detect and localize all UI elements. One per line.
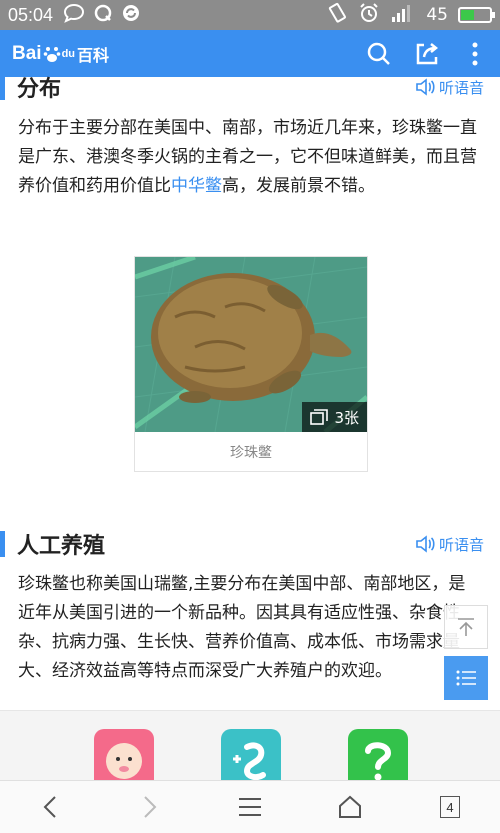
recommended-apps: [0, 710, 500, 780]
home-button[interactable]: [325, 787, 375, 827]
battery-percent: 45: [426, 5, 448, 25]
notification-q-icon: [93, 3, 113, 28]
chevron-left-icon: [43, 796, 56, 818]
baidu-baike-logo[interactable]: Bai du 百科: [12, 42, 109, 66]
paragraph-text-end: 高，发展前景不错。: [222, 176, 375, 196]
tabs-button[interactable]: 4: [425, 787, 475, 827]
turtle-photo[interactable]: 3张: [135, 257, 367, 432]
listen-button[interactable]: 听语音: [415, 77, 484, 98]
vibrate-icon: [326, 2, 348, 29]
image-count: 3张: [334, 408, 359, 427]
section-marker: [0, 531, 5, 557]
section-header-distribution: 分布 听语音: [0, 70, 500, 104]
sync-icon: [121, 3, 141, 28]
catalog-button[interactable]: [444, 656, 488, 700]
more-icon[interactable]: [462, 41, 488, 67]
listen-label: 听语音: [438, 535, 484, 554]
health-app-icon[interactable]: [221, 729, 281, 780]
paragraph-farming: 珍珠鳖也称美国山瑞鳖,主要分布在美国中部、南部地区，是近年从美国引进的一个新品种…: [18, 574, 466, 681]
speaker-icon: [416, 78, 435, 96]
chevron-right-icon: [144, 796, 157, 818]
paw-icon: [43, 46, 60, 62]
logo-text-du: du: [61, 47, 76, 60]
section-title: 分布: [17, 77, 62, 102]
section-marker: [0, 74, 5, 100]
browser-bottom-nav: 4: [0, 780, 500, 833]
status-bar: 05:04 45: [0, 0, 500, 30]
clock: 05:04: [8, 4, 54, 25]
image-card[interactable]: 3张 珍珠鳖: [134, 256, 368, 472]
listen-label: 听语音: [438, 78, 484, 97]
tab-count: 4: [440, 796, 460, 818]
back-button[interactable]: [25, 787, 75, 827]
image-caption: 珍珠鳖: [230, 445, 272, 461]
menu-button[interactable]: [225, 787, 275, 827]
image-count-badge: 3张: [302, 402, 367, 432]
logo-text-baike: 百科: [77, 47, 110, 65]
section-title: 人工养殖: [17, 534, 106, 559]
arrow-up-icon: [458, 618, 474, 636]
forward-button[interactable]: [125, 787, 175, 827]
home-icon: [339, 795, 361, 818]
logo-text-bai: Bai: [12, 42, 42, 64]
section-header-farming: 人工养殖 听语音: [0, 527, 500, 561]
battery-icon: [458, 7, 495, 23]
search-icon[interactable]: [366, 41, 392, 67]
status-indicators: 45: [326, 2, 495, 29]
speaker-icon: [416, 535, 435, 553]
chat-bubble-icon: [63, 3, 85, 28]
back-to-top-button[interactable]: [444, 605, 488, 649]
baby-app-icon[interactable]: [94, 729, 154, 780]
alarm-icon: [358, 2, 380, 29]
listen-button[interactable]: 听语音: [415, 534, 484, 555]
share-icon[interactable]: [414, 41, 440, 67]
paragraph-distribution: 分布于主要分部在美国中、南部，市场近几年来，珍珠鳖一直是广东、港澳冬季火锅的主肴…: [18, 114, 482, 201]
gallery-icon: [310, 409, 329, 425]
signal-icon: [390, 3, 416, 28]
link-chinese-softshell-turtle[interactable]: 中华鳖: [171, 176, 222, 196]
battery-fill: [461, 10, 474, 20]
hamburger-icon: [239, 798, 261, 816]
list-icon: [456, 670, 476, 686]
question-app-icon[interactable]: [348, 729, 408, 780]
